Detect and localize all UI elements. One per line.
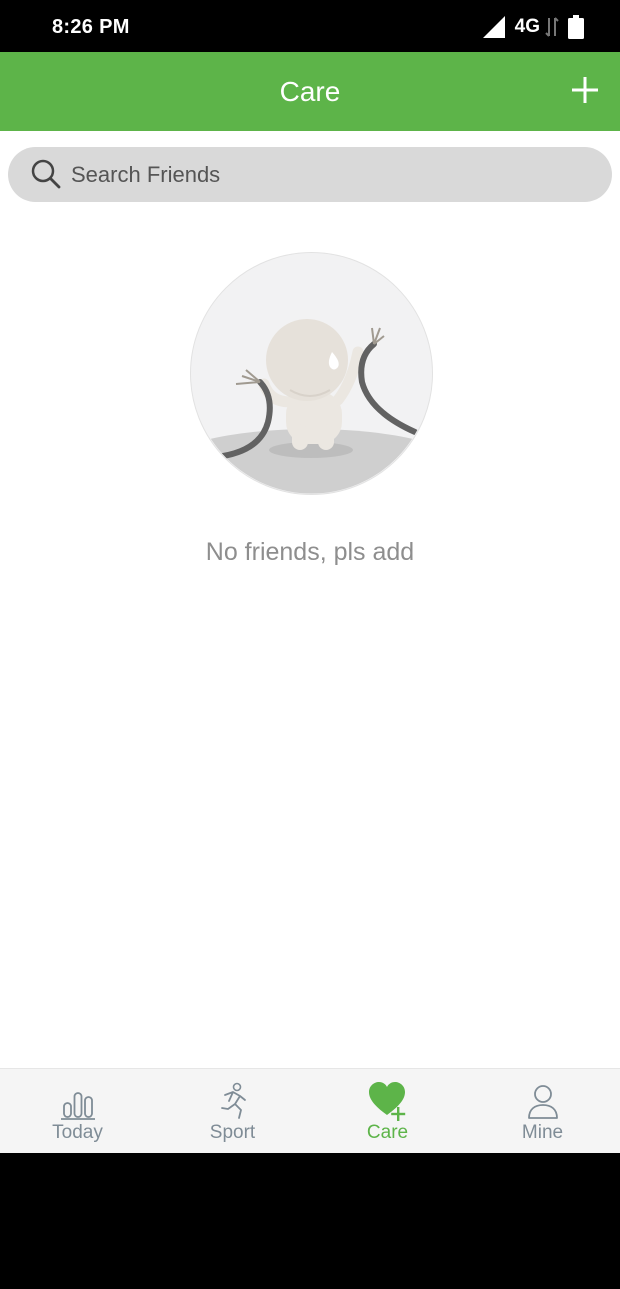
search-bar[interactable]	[8, 147, 612, 202]
signal-icon	[482, 16, 505, 38]
nav-label-sport: Sport	[209, 1122, 256, 1143]
nav-item-sport[interactable]: Sport	[155, 1069, 310, 1153]
status-bar: 8:26 PM 4G	[0, 0, 620, 52]
empty-state-illustration	[190, 252, 433, 495]
data-transfer-icon	[545, 17, 559, 37]
battery-icon	[568, 15, 584, 39]
app-bar: Care	[0, 52, 620, 131]
person-icon	[527, 1085, 558, 1119]
care-screen: 8:26 PM 4G Care Search Friends No friend…	[0, 0, 620, 1289]
page-title: Care	[279, 76, 341, 107]
nav-label-today: Today	[52, 1122, 103, 1143]
nav-item-mine[interactable]: Mine	[465, 1069, 620, 1153]
heart-plus-icon	[368, 1082, 405, 1121]
running-person-icon	[220, 1082, 246, 1119]
nav-label-care: Care	[366, 1122, 409, 1143]
status-time: 8:26 PM	[52, 16, 130, 38]
empty-state-message: No friends, pls add	[205, 538, 415, 566]
status-icons: 4G	[482, 15, 584, 39]
bottom-nav: Today Sport Care Mine	[0, 1068, 620, 1153]
add-friend-button[interactable]	[570, 75, 600, 105]
search-icon	[31, 159, 61, 189]
system-nav-area	[0, 1153, 620, 1289]
plus-icon	[572, 77, 598, 103]
nav-item-care[interactable]: Care	[310, 1069, 465, 1153]
search-input[interactable]	[70, 147, 590, 202]
network-type: 4G	[514, 16, 540, 37]
nav-item-today[interactable]: Today	[0, 1069, 155, 1153]
bar-chart-icon	[60, 1092, 95, 1120]
nav-label-mine: Mine	[521, 1122, 564, 1143]
content-area: No friends, pls add	[0, 131, 620, 1068]
